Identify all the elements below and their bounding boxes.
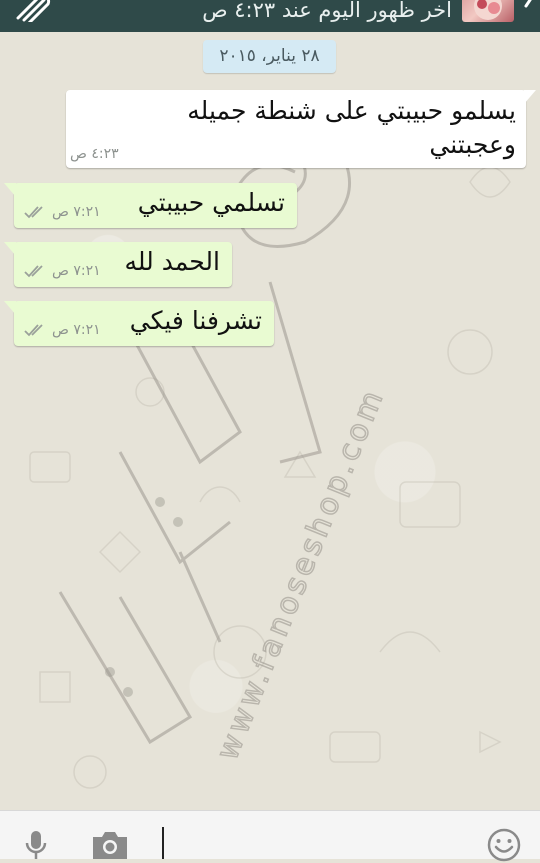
- message-text: تشرفنا فيكي: [129, 306, 262, 335]
- message-time: ٤:٢٣ ص: [70, 146, 119, 162]
- message-outgoing[interactable]: تشرفنا فيكي ٧:٢١ ص: [4, 301, 274, 346]
- message-outgoing[interactable]: الحمد لله ٧:٢١ ص: [4, 242, 232, 287]
- message-input[interactable]: [150, 817, 470, 859]
- double-check-icon: [24, 265, 43, 278]
- bubble-tail: [4, 183, 16, 197]
- bubble-tail: [4, 301, 16, 315]
- message-time: ٧:٢١ ص: [52, 263, 101, 279]
- chat-header: آخر ظهور اليوم عند ٤:٢٣ ص: [0, 0, 540, 32]
- microphone-icon[interactable]: [22, 829, 50, 859]
- message-input-bar: [0, 810, 540, 862]
- message-time: ٧:٢١ ص: [52, 204, 101, 220]
- message-text: تسلمي حبيبتي: [137, 188, 285, 217]
- double-check-icon: [24, 324, 43, 337]
- text-cursor: [162, 827, 164, 859]
- bubble-tail: [4, 242, 16, 256]
- double-check-icon: [24, 206, 43, 219]
- back-arrow-icon[interactable]: [522, 0, 538, 24]
- message-text-line-2: وعجبتني: [429, 130, 516, 159]
- message-incoming[interactable]: يسلمو حبيبتي على شنطة جميله وعجبتني ٤:٢٣…: [66, 90, 536, 168]
- last-seen-status: آخر ظهور اليوم عند ٤:٢٣ ص: [202, 0, 452, 22]
- paperclip-icon[interactable]: [10, 0, 54, 22]
- camera-icon[interactable]: [90, 829, 130, 859]
- message-text-line-1: يسلمو حبيبتي على شنطة جميله: [187, 96, 516, 125]
- contact-avatar[interactable]: [462, 0, 514, 22]
- date-divider: ٢٨ يناير، ٢٠١٥: [203, 40, 336, 73]
- message-time: ٧:٢١ ص: [52, 322, 101, 338]
- avatar-image: [474, 0, 502, 20]
- message-outgoing[interactable]: تسلمي حبيبتي ٧:٢١ ص: [4, 183, 297, 228]
- message-text: الحمد لله: [124, 247, 220, 276]
- bubble-tail: [524, 90, 536, 104]
